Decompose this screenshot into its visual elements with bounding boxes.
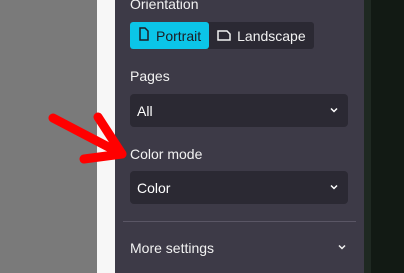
chevron-down-icon	[336, 240, 348, 256]
landscape-button[interactable]: Landscape	[209, 22, 314, 49]
color-mode-select[interactable]: Color	[130, 171, 348, 204]
more-settings-label: More settings	[130, 240, 215, 256]
pages-select[interactable]: All	[130, 94, 348, 127]
portrait-icon	[138, 27, 150, 44]
more-settings-toggle[interactable]: More settings	[130, 236, 348, 260]
portrait-label: Portrait	[156, 27, 202, 44]
annotation-arrow-icon	[48, 112, 127, 164]
orientation-label: Orientation	[130, 0, 199, 12]
color-mode-value: Color	[137, 179, 171, 196]
orientation-toggle: Portrait Landscape	[130, 22, 314, 49]
color-mode-label: Color mode	[130, 146, 203, 162]
landscape-icon	[217, 28, 231, 44]
portrait-button[interactable]: Portrait	[130, 22, 210, 49]
scrollbar-track	[364, 0, 371, 273]
chevron-down-icon	[328, 180, 340, 196]
pages-label: Pages	[130, 68, 170, 84]
pages-value: All	[137, 102, 153, 119]
chevron-down-icon	[328, 103, 340, 119]
landscape-label: Landscape	[237, 27, 306, 44]
print-settings-panel: Orientation Portrait Landscape Pages All	[115, 0, 364, 273]
divider	[123, 221, 356, 222]
